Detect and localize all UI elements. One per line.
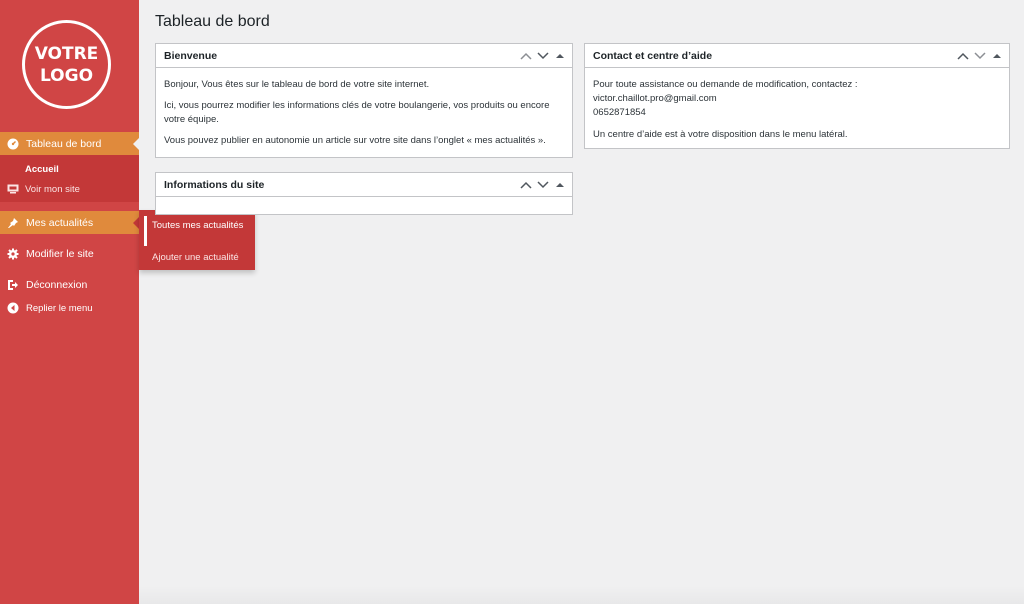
- collapse-icon: [7, 302, 19, 314]
- sidebar-item-modifier[interactable]: Modifier le site: [0, 243, 139, 265]
- submenu-item-voir-site[interactable]: Voir mon site: [0, 181, 80, 197]
- site-logo[interactable]: VOTRE LOGO: [22, 20, 111, 109]
- logout-icon: [7, 279, 19, 291]
- panel-controls: [520, 179, 566, 191]
- panel-text: Ici, vous pourrez modifier les informati…: [164, 100, 550, 125]
- submenu-item-label: Voir mon site: [25, 183, 80, 195]
- panel-title: Contact et centre d’aide: [593, 49, 713, 62]
- panel-text: Un centre d’aide est à votre disposition…: [593, 129, 848, 140]
- panel-header: Informations du site: [156, 173, 572, 197]
- panel-body: Pour toute assistance ou demande de modi…: [585, 68, 1009, 152]
- submenu-item-accueil[interactable]: Accueil: [25, 164, 59, 175]
- sidebar-item-label: Déconnexion: [26, 279, 88, 291]
- panel-contact: Contact et centre d’aide Pour toute assi…: [584, 43, 1010, 149]
- page-title: Tableau de bord: [155, 13, 270, 30]
- toggle-panel-icon[interactable]: [554, 179, 566, 191]
- flyout-active-indicator: [144, 216, 147, 246]
- move-up-icon[interactable]: [520, 179, 532, 191]
- panel-title: Informations du site: [164, 178, 265, 191]
- dashboard-icon: [7, 138, 19, 150]
- gear-icon: [7, 248, 19, 260]
- panel-title: Bienvenue: [164, 49, 218, 62]
- sidebar-item-deconnexion[interactable]: Déconnexion: [0, 274, 139, 296]
- logo-line-1: VOTRE: [34, 43, 99, 64]
- flyout-item-ajouter-actualite[interactable]: Ajouter une actualité: [152, 252, 239, 263]
- move-down-icon[interactable]: [537, 50, 549, 62]
- actualites-flyout-menu: Toutes mes actualités Ajouter une actual…: [139, 210, 255, 270]
- monitor-icon: [7, 184, 19, 194]
- sidebar-item-label: Replier le menu: [26, 302, 93, 314]
- move-down-icon[interactable]: [537, 179, 549, 191]
- panel-header: Contact et centre d’aide: [585, 44, 1009, 68]
- move-down-icon[interactable]: [974, 50, 986, 62]
- toggle-panel-icon[interactable]: [991, 50, 1003, 62]
- sidebar-item-label: Mes actualités: [26, 216, 94, 229]
- sidebar-item-label: Modifier le site: [26, 248, 94, 260]
- panel-text: Bonjour, Vous êtes sur le tableau de bor…: [164, 79, 430, 90]
- panel-bienvenue: Bienvenue Bonjour, Vous êtes sur le tabl…: [155, 43, 573, 158]
- panel-header: Bienvenue: [156, 44, 572, 68]
- flyout-item-toutes-actualites[interactable]: Toutes mes actualités: [152, 219, 247, 232]
- sidebar-item-actualites[interactable]: Mes actualités: [0, 211, 139, 234]
- contact-phone: 0652871854: [593, 107, 646, 118]
- collapse-menu-button[interactable]: Replier le menu: [0, 299, 139, 317]
- sidebar-item-dashboard[interactable]: Tableau de bord: [0, 132, 139, 155]
- panel-text: Pour toute assistance ou demande de modi…: [593, 79, 858, 90]
- pin-icon: [7, 217, 19, 229]
- toggle-panel-icon[interactable]: [554, 50, 566, 62]
- move-up-icon[interactable]: [957, 50, 969, 62]
- panel-informations-site: Informations du site: [155, 172, 573, 215]
- contact-email: victor.chaillot.pro@gmail.com: [593, 93, 717, 104]
- panel-body: Bonjour, Vous êtes sur le tableau de bor…: [156, 68, 572, 165]
- panel-controls: [957, 50, 1003, 62]
- logo-line-2: LOGO: [39, 65, 94, 86]
- panel-text: Vous pouvez publier en autonomie un arti…: [164, 135, 546, 146]
- move-up-icon[interactable]: [520, 50, 532, 62]
- admin-sidebar: VOTRE LOGO Tableau de bord Accueil Voir …: [0, 0, 139, 604]
- panel-controls: [520, 50, 566, 62]
- sidebar-item-label: Tableau de bord: [26, 137, 102, 150]
- footer-area: [139, 586, 1024, 604]
